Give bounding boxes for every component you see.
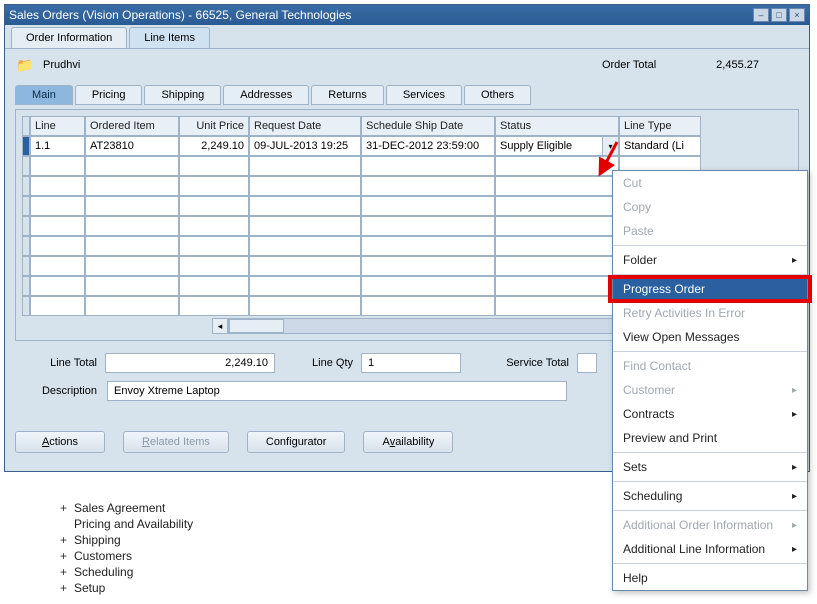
related-items-button: Related Items	[123, 431, 229, 453]
col-header-line[interactable]: Line	[30, 116, 85, 136]
chevron-right-icon: ▸	[792, 462, 797, 473]
scroll-left-icon[interactable]: ◂	[212, 318, 228, 334]
cm-progress-order[interactable]: Progress Order	[613, 277, 807, 301]
col-header-request-date[interactable]: Request Date	[249, 116, 361, 136]
description-field: Envoy Xtreme Laptop	[107, 381, 567, 401]
tree-item-sales-agreement[interactable]: +Sales Agreement	[60, 500, 193, 516]
tree-item-customers[interactable]: +Customers	[60, 548, 193, 564]
order-total-label: Order Total	[602, 59, 656, 71]
navigator-tree: +Sales Agreement Pricing and Availabilit…	[60, 500, 193, 596]
cell-ordered-item[interactable]: AT23810	[85, 136, 179, 156]
line-total-field: 2,249.10	[105, 353, 275, 373]
chevron-right-icon: ▸	[792, 255, 797, 266]
cm-additional-order-info: Additional Order Information▸	[613, 513, 807, 537]
grid-row-1[interactable]: 1.1 AT23810 2,249.10 09-JUL-2013 19:25 3…	[22, 136, 792, 156]
row-selector-header	[22, 116, 30, 136]
line-qty-field: 1	[361, 353, 461, 373]
scroll-thumb[interactable]	[229, 319, 284, 333]
cell-line-type[interactable]: Standard (Li	[619, 136, 701, 156]
cm-separator	[613, 563, 807, 564]
service-total-label: Service Total	[469, 357, 569, 369]
availability-button[interactable]: Availability	[363, 431, 453, 453]
subtab-services[interactable]: Services	[386, 85, 462, 105]
row-selector[interactable]	[22, 136, 30, 156]
col-header-status[interactable]: Status	[495, 116, 619, 136]
description-label: Description	[15, 385, 97, 397]
order-total-value: 2,455.27	[716, 59, 759, 71]
cm-separator	[613, 481, 807, 482]
context-menu: Cut Copy Paste Folder▸ Progress Order Re…	[612, 170, 808, 591]
cm-contracts[interactable]: Contracts▸	[613, 402, 807, 426]
cm-separator	[613, 274, 807, 275]
col-header-line-type[interactable]: Line Type	[619, 116, 701, 136]
cell-status[interactable]: Supply Eligible ▾	[495, 136, 619, 156]
folder-name: Prudhvi	[43, 59, 602, 71]
cm-scheduling[interactable]: Scheduling▸	[613, 484, 807, 508]
cm-help[interactable]: Help	[613, 566, 807, 590]
cm-separator	[613, 245, 807, 246]
cm-preview-and-print[interactable]: Preview and Print	[613, 426, 807, 450]
tree-item-shipping[interactable]: +Shipping	[60, 532, 193, 548]
cm-paste: Paste	[613, 219, 807, 243]
tree-item-scheduling[interactable]: +Scheduling	[60, 564, 193, 580]
grid-header-row: Line Ordered Item Unit Price Request Dat…	[22, 116, 792, 136]
scroll-track[interactable]	[228, 318, 616, 334]
line-qty-label: Line Qty	[283, 357, 353, 369]
service-total-field	[577, 353, 597, 373]
grid-horizontal-scrollbar[interactable]: ◂ ▸	[212, 318, 632, 334]
cm-retry-activities: Retry Activities In Error	[613, 301, 807, 325]
titlebar: Sales Orders (Vision Operations) - 66525…	[5, 5, 809, 25]
cm-separator	[613, 510, 807, 511]
folder-icon[interactable]: 📁	[15, 57, 35, 73]
cm-separator	[613, 452, 807, 453]
configurator-button[interactable]: Configurator	[247, 431, 346, 453]
cm-copy: Copy	[613, 195, 807, 219]
cm-cut: Cut	[613, 171, 807, 195]
chevron-right-icon: ▸	[792, 409, 797, 420]
subtab-addresses[interactable]: Addresses	[223, 85, 309, 105]
cm-additional-line-info[interactable]: Additional Line Information▸	[613, 537, 807, 561]
tab-line-items[interactable]: Line Items	[129, 27, 210, 48]
maximize-icon[interactable]: □	[771, 8, 787, 22]
cm-sets[interactable]: Sets▸	[613, 455, 807, 479]
cm-separator	[613, 351, 807, 352]
cell-status-text: Supply Eligible	[500, 140, 572, 152]
chevron-right-icon: ▸	[792, 385, 797, 396]
cell-line[interactable]: 1.1	[30, 136, 85, 156]
col-header-unit-price[interactable]: Unit Price	[179, 116, 249, 136]
top-tabstrip: Order Information Line Items	[5, 25, 809, 49]
cell-schedule-ship-date[interactable]: 31-DEC-2012 23:59:00	[361, 136, 495, 156]
cm-find-contact: Find Contact	[613, 354, 807, 378]
subtab-main[interactable]: Main	[15, 85, 73, 105]
window-controls: – □ ×	[753, 8, 805, 22]
window-title: Sales Orders (Vision Operations) - 66525…	[9, 8, 753, 22]
header-row: 📁 Prudhvi Order Total 2,455.27	[15, 57, 799, 73]
col-header-schedule-ship-date[interactable]: Schedule Ship Date	[361, 116, 495, 136]
close-icon[interactable]: ×	[789, 8, 805, 22]
cell-request-date[interactable]: 09-JUL-2013 19:25	[249, 136, 361, 156]
cell-unit-price[interactable]: 2,249.10	[179, 136, 249, 156]
cm-customer: Customer▸	[613, 378, 807, 402]
line-total-label: Line Total	[15, 357, 97, 369]
minimize-icon[interactable]: –	[753, 8, 769, 22]
cm-view-open-messages[interactable]: View Open Messages	[613, 325, 807, 349]
col-header-ordered-item[interactable]: Ordered Item	[85, 116, 179, 136]
status-dropdown-icon[interactable]: ▾	[602, 137, 618, 155]
subtab-returns[interactable]: Returns	[311, 85, 384, 105]
tab-order-information[interactable]: Order Information	[11, 27, 127, 48]
subtab-pricing[interactable]: Pricing	[75, 85, 143, 105]
subtab-others[interactable]: Others	[464, 85, 531, 105]
subtab-shipping[interactable]: Shipping	[144, 85, 221, 105]
tree-item-pricing[interactable]: Pricing and Availability	[60, 516, 193, 532]
cm-folder[interactable]: Folder▸	[613, 248, 807, 272]
chevron-right-icon: ▸	[792, 520, 797, 531]
sub-tabstrip: Main Pricing Shipping Addresses Returns …	[15, 85, 799, 105]
chevron-right-icon: ▸	[792, 544, 797, 555]
chevron-right-icon: ▸	[792, 491, 797, 502]
tree-item-setup[interactable]: +Setup	[60, 580, 193, 596]
actions-button[interactable]: Actions	[15, 431, 105, 453]
